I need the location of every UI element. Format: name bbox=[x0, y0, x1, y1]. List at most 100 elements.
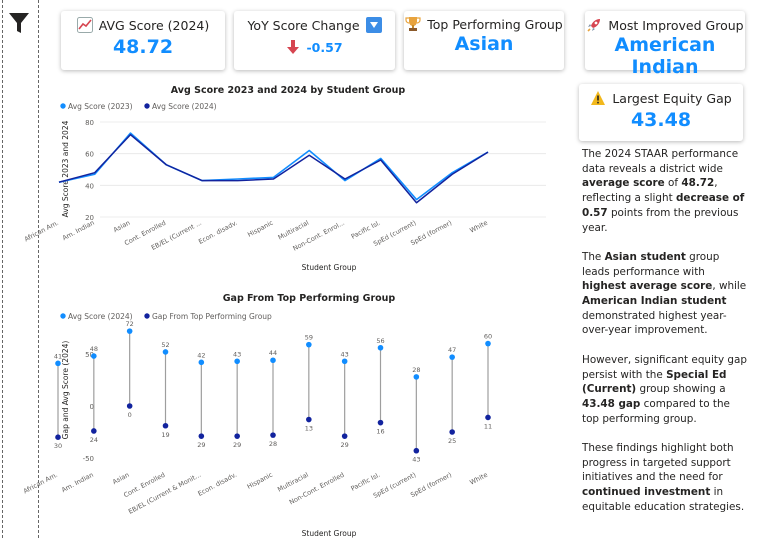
kpi-avg-score-title: AVG Score (2024) bbox=[98, 17, 210, 33]
y-tick-label-3: 80 bbox=[85, 119, 94, 127]
avg-data-label-1: 48 bbox=[90, 345, 98, 353]
gap-point-5 bbox=[234, 433, 240, 439]
narrative-paragraph-3: However, significant equity gap persist … bbox=[582, 353, 747, 425]
gap-x-tick-label-6: Hispanic bbox=[246, 471, 275, 491]
gap-point-12 bbox=[485, 414, 491, 421]
series-line-1 bbox=[58, 133, 489, 204]
avg-data-label-12: 60 bbox=[484, 333, 492, 341]
avg-point-11 bbox=[449, 354, 455, 360]
avg-data-label-4: 42 bbox=[197, 351, 205, 359]
y-tick-label-1: 40 bbox=[85, 182, 94, 190]
kpi-card-avg-score: AVG Score (2024) 48.72 bbox=[61, 11, 225, 70]
kpi-avg-score-value: 48.72 bbox=[112, 36, 174, 58]
gap-point-9 bbox=[377, 419, 384, 426]
avg-data-label-7: 59 bbox=[305, 334, 313, 342]
avg-point-2 bbox=[126, 328, 133, 334]
gap-chart: Gap From Top Performing Group Avg Score (… bbox=[22, 293, 492, 538]
gap-data-label-1: 24 bbox=[90, 436, 98, 444]
chart-increasing-icon bbox=[76, 17, 93, 33]
kpi-top-group-title: Top Performing Group bbox=[427, 16, 563, 32]
narrative-paragraph-4: These findings highlight both progress i… bbox=[582, 442, 745, 513]
gap-point-0 bbox=[55, 434, 61, 440]
gap-y-axis-title: Gap and Avg Score (2024) bbox=[61, 341, 70, 440]
avg-point-10 bbox=[413, 374, 420, 380]
x-axis-title: Student Group bbox=[302, 263, 357, 272]
avg-point-4 bbox=[198, 359, 205, 366]
gap-point-2 bbox=[126, 403, 133, 409]
trophy-icon bbox=[405, 17, 421, 31]
gap-x-tick-label-11: SpEd (former) bbox=[409, 471, 453, 499]
line-chart-title: Avg Score 2023 and 2024 by Student Group bbox=[171, 85, 406, 96]
narrative-paragraph-1: The 2024 STAAR performance data reveals … bbox=[582, 148, 745, 234]
avg-point-5 bbox=[234, 358, 240, 365]
gap-legend-marker-1 bbox=[144, 313, 150, 319]
kpi-equity-gap-title: Largest Equity Gap bbox=[612, 90, 732, 106]
avg-point-1 bbox=[91, 353, 97, 359]
gap-data-label-12: 11 bbox=[484, 422, 492, 430]
avg-data-label-3: 52 bbox=[161, 341, 169, 349]
gap-data-label-3: 19 bbox=[161, 431, 169, 439]
kpi-yoy-value: -0.57 bbox=[306, 39, 343, 55]
x-tick-label-5: Econ. disadv. bbox=[197, 219, 239, 246]
kpi-most-improved-value: American Indian bbox=[614, 34, 716, 78]
avg-data-label-2: 72 bbox=[126, 320, 134, 328]
gap-point-3 bbox=[162, 422, 169, 429]
gap-x-tick-label-1: Am. Indian bbox=[60, 471, 95, 494]
legend-marker-0 bbox=[60, 103, 66, 109]
avg-point-3 bbox=[162, 349, 169, 355]
kpi-card-top-group: Top Performing Group Asian bbox=[404, 11, 564, 70]
gap-chart-title: Gap From Top Performing Group bbox=[223, 293, 396, 304]
gap-data-label-5: 29 bbox=[233, 441, 241, 449]
narrative-paragraph-2: The Asian student group leads performanc… bbox=[582, 250, 747, 337]
avg-data-label-11: 47 bbox=[448, 346, 456, 354]
legend-label-0: Avg Score (2023) bbox=[68, 102, 133, 111]
gap-data-label-0: 30 bbox=[54, 442, 62, 450]
legend-label-1: Avg Score (2024) bbox=[152, 102, 217, 111]
kpi-yoy-title: YoY Score Change bbox=[247, 17, 360, 33]
gap-data-label-2: 0 bbox=[128, 411, 132, 419]
gap-x-tick-label-5: Econ. disadv. bbox=[197, 471, 239, 498]
avg-data-label-6: 44 bbox=[269, 349, 277, 357]
arrow-down-button-icon bbox=[365, 17, 382, 33]
gap-x-axis-title: Student Group bbox=[302, 529, 357, 538]
avg-data-label-10: 28 bbox=[412, 366, 420, 374]
avg-data-label-8: 43 bbox=[341, 350, 349, 358]
kpi-top-group-value: Asian bbox=[454, 33, 514, 55]
gap-legend-marker-0 bbox=[60, 313, 66, 319]
filter-icon[interactable] bbox=[8, 11, 30, 35]
kpi-card-most-improved: Most Improved Group American Indian bbox=[585, 11, 745, 78]
legend-marker-1 bbox=[144, 103, 150, 109]
gap-point-7 bbox=[306, 416, 312, 423]
kpi-most-improved-title: Most Improved Group bbox=[608, 17, 744, 33]
avg-point-0 bbox=[55, 360, 61, 367]
gap-y-tick-label-0: -50 bbox=[83, 455, 94, 463]
kpi-equity-gap-value: 43.48 bbox=[630, 109, 692, 131]
gap-legend-label-0: Avg Score (2024) bbox=[68, 312, 133, 321]
kpi-card-yoy-change: YoY Score Change -0.57 bbox=[234, 11, 395, 70]
avg-data-label-9: 56 bbox=[376, 337, 384, 345]
narrative-text: The 2024 STAAR performance data reveals … bbox=[582, 147, 748, 529]
x-tick-label-2: Asian bbox=[112, 219, 131, 234]
line-chart-avg-score: Avg Score 2023 and 2024 by Student Group… bbox=[23, 85, 546, 272]
gap-data-label-6: 28 bbox=[269, 440, 277, 448]
gap-data-label-7: 13 bbox=[305, 425, 313, 433]
gap-data-label-8: 29 bbox=[341, 441, 349, 449]
avg-point-6 bbox=[270, 357, 276, 364]
avg-point-7 bbox=[306, 341, 312, 348]
warning-icon bbox=[591, 91, 606, 105]
kpi-card-equity-gap: Largest Equity Gap 43.48 bbox=[579, 84, 743, 141]
gap-point-10 bbox=[413, 447, 420, 454]
filter-pane bbox=[0, 0, 39, 538]
gap-point-11 bbox=[449, 429, 455, 435]
gap-data-label-10: 43 bbox=[412, 456, 420, 464]
x-tick-label-1: Am. Indian bbox=[61, 219, 96, 242]
gap-x-tick-label-2: Asian bbox=[111, 471, 130, 486]
gap-data-label-11: 25 bbox=[448, 437, 456, 445]
gap-data-label-9: 16 bbox=[376, 428, 384, 436]
gap-point-8 bbox=[341, 433, 348, 439]
y-axis-title: Avg Score 2023 and 2024 bbox=[61, 120, 70, 217]
red-down-arrow-icon bbox=[287, 40, 300, 54]
avg-point-9 bbox=[377, 344, 384, 351]
gap-point-4 bbox=[198, 433, 205, 439]
avg-point-12 bbox=[485, 340, 491, 347]
